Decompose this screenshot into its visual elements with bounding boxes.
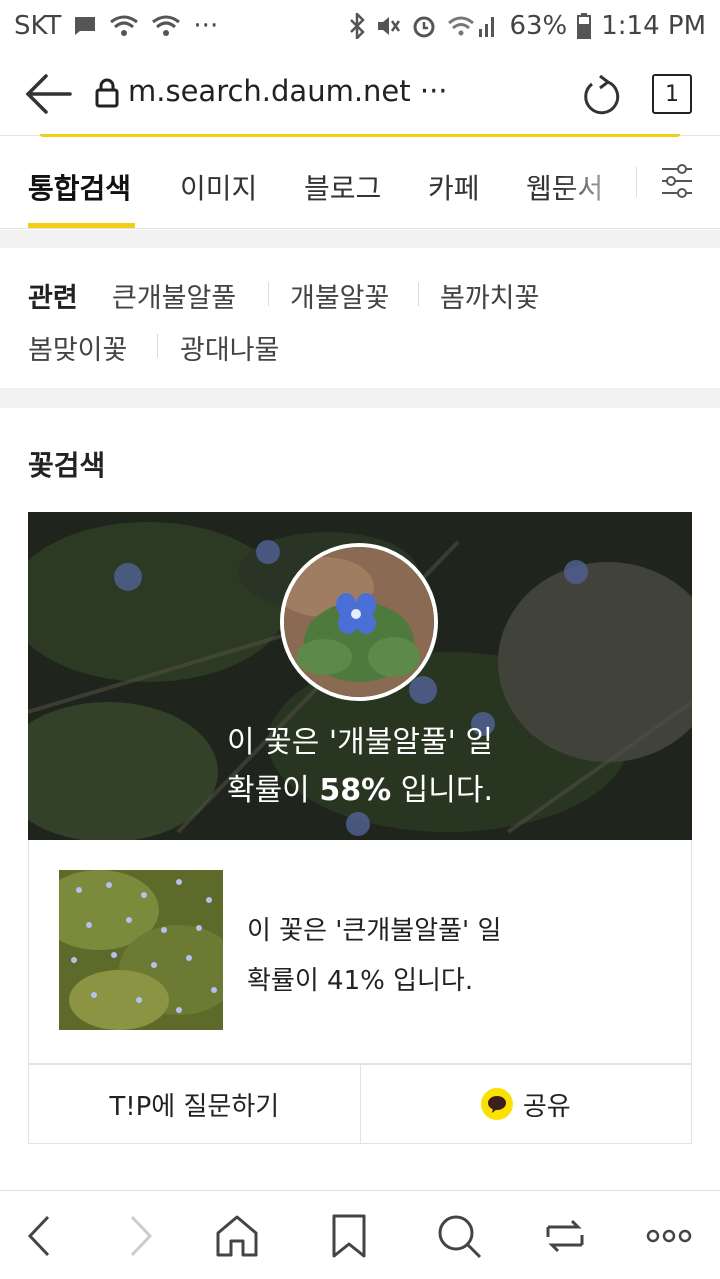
second-result-line2: 확률이 41% 입니다. — [247, 966, 474, 996]
ask-tip-button[interactable]: T!P에 질문하기 — [29, 1065, 360, 1143]
carrier-label: SKT — [14, 11, 62, 41]
back-arrow-icon[interactable] — [24, 72, 72, 116]
alarm-icon — [411, 13, 437, 39]
second-result-line1: 이 꽃은 '큰개불알풀' 일 — [247, 916, 502, 946]
filter-settings-icon[interactable] — [660, 162, 694, 200]
section-gap — [0, 388, 720, 408]
kakaotalk-icon — [480, 1088, 513, 1120]
tab-images[interactable]: 이미지 — [180, 167, 257, 207]
related-item[interactable]: 큰개불알풀 — [112, 276, 236, 315]
related-item[interactable]: 봄맞이꽃 — [28, 328, 127, 367]
search-icon[interactable] — [436, 1213, 482, 1259]
related-separator — [418, 282, 419, 306]
flower-search-section: 꽃검색 이 꽃은 '개불알풀' 일 확률이 58% 입니다. 이 꽃은 '큰개불… — [0, 408, 720, 1190]
battery-icon — [577, 13, 592, 39]
more-options-icon[interactable] — [646, 1213, 692, 1259]
status-left: SKT ··· — [14, 11, 218, 41]
flower-closeup-image — [284, 547, 434, 697]
top-result-suffix: 입니다. — [391, 773, 494, 808]
tab-cafe[interactable]: 카페 — [428, 167, 480, 207]
share-label: 공유 — [522, 1091, 571, 1122]
switch-tabs-icon[interactable] — [542, 1213, 588, 1259]
status-bar: SKT ··· 63% 1:14 PM — [0, 0, 720, 52]
top-result-line1: 이 꽃은 '개불알풀' 일 — [227, 725, 493, 760]
wifi-star-icon — [109, 14, 139, 38]
ask-tip-label: T!P에 질문하기 — [109, 1091, 280, 1122]
tab-fade — [560, 157, 640, 207]
status-right: 63% 1:14 PM — [349, 11, 706, 41]
home-icon[interactable] — [214, 1213, 260, 1259]
related-separator — [157, 334, 158, 358]
top-result-prefix: 확률이 — [226, 773, 320, 808]
back-icon[interactable] — [18, 1213, 64, 1259]
address-bar: m.search.daum.net ··· 1 — [0, 52, 720, 136]
bottom-navigation — [0, 1190, 720, 1279]
second-result-card[interactable]: 이 꽃은 '큰개불알풀' 일 확률이 41% 입니다. — [28, 840, 692, 1064]
related-label: 관련 — [28, 283, 78, 314]
lock-icon — [95, 78, 119, 108]
tab-blog[interactable]: 블로그 — [304, 167, 381, 207]
tab-integrated[interactable]: 통합검색 — [28, 167, 131, 207]
flower-thumbnail-circle — [280, 543, 438, 701]
tab-divider — [636, 167, 637, 197]
search-tabs: 통합검색 이미지 블로그 카페 웹문서 — [0, 137, 720, 229]
speedwell-field-image — [59, 870, 223, 1030]
bookmark-icon[interactable] — [326, 1213, 372, 1259]
clock-time: 1:14 PM — [601, 11, 706, 41]
related-item[interactable]: 봄까치꽃 — [440, 276, 539, 315]
battery-percent: 63% — [509, 11, 568, 41]
action-bar: T!P에 질문하기 공유 — [28, 1064, 692, 1144]
wifi-star-icon-2 — [151, 14, 181, 38]
related-separator — [268, 282, 269, 306]
second-result-thumbnail — [59, 870, 223, 1030]
share-button[interactable]: 공유 — [359, 1065, 692, 1143]
active-tab-underline — [28, 223, 135, 228]
related-item[interactable]: 개불알꽃 — [290, 276, 389, 315]
related-searches: 관련 큰개불알풀 개불알꽃 봄까치꽃 봄맞이꽃 광대나물 — [0, 248, 720, 388]
section-gap — [0, 230, 720, 248]
top-result-hero[interactable]: 이 꽃은 '개불알풀' 일 확률이 58% 입니다. — [28, 512, 692, 840]
signal-icon — [447, 13, 499, 39]
bluetooth-icon — [349, 13, 366, 39]
top-result-percent: 58% — [319, 773, 392, 808]
reload-icon[interactable] — [578, 72, 622, 120]
message-icon — [73, 14, 97, 38]
top-result-line2: 확률이 58% 입니다. — [28, 765, 692, 809]
section-title: 꽃검색 — [28, 449, 106, 482]
url-field[interactable]: m.search.daum.net ··· — [128, 74, 448, 108]
related-item[interactable]: 광대나물 — [180, 328, 279, 367]
more-notifications: ··· — [193, 11, 219, 41]
forward-icon[interactable] — [118, 1213, 164, 1259]
tab-count-button[interactable]: 1 — [652, 74, 692, 114]
second-result-text: 이 꽃은 '큰개불알풀' 일 확률이 41% 입니다. — [247, 906, 501, 1006]
mute-icon — [375, 13, 401, 39]
